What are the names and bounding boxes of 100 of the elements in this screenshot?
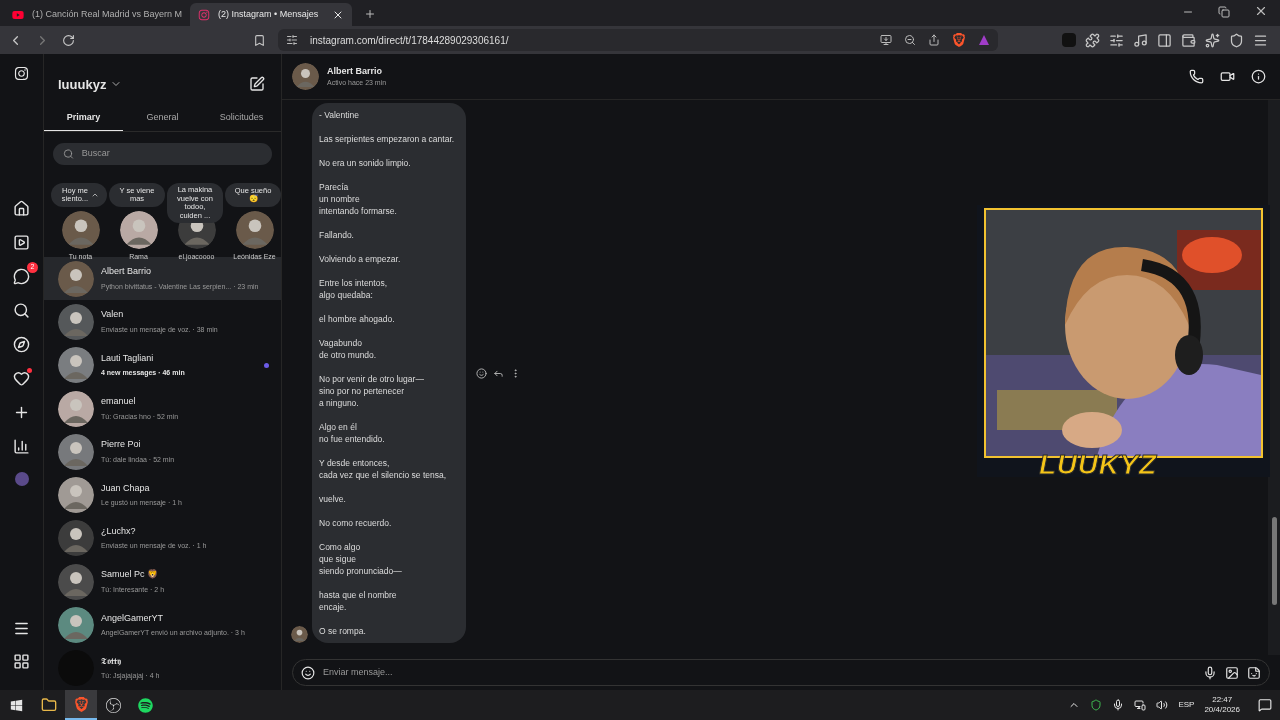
music-icon[interactable] [1133,32,1148,48]
avatar [58,563,94,600]
contact-name: Pierre Poi [101,438,142,452]
avatar [58,433,94,470]
contact-name: Juan Chapa [101,481,151,495]
message-line: - Valentine [319,109,360,121]
dashboard-icon[interactable] [13,438,30,455]
phone-icon[interactable] [1189,69,1204,84]
lion-icon[interactable] [73,696,89,712]
notifications-icon[interactable] [1258,698,1272,712]
menu-icon[interactable] [13,620,30,637]
avatar [58,390,94,427]
spotify-icon[interactable] [137,697,153,713]
contact-name: ¿Luchx? [101,524,137,538]
mic-icon[interactable] [1203,665,1217,680]
message-line: Algo en él no fue entendido. [319,421,386,445]
heart-icon[interactable] [13,370,30,387]
chat-contact-name[interactable]: Albert Barrio [327,64,387,78]
taskbar-app[interactable] [65,690,97,720]
obs-icon[interactable] [105,697,121,713]
reels-icon[interactable] [13,234,30,251]
puzzle-icon[interactable] [1085,32,1100,48]
message-line: Como algo que sigue siendo pronunciado— [319,541,403,577]
instagram-icon[interactable] [14,66,29,81]
lion-icon[interactable] [952,33,966,47]
avatar [58,607,94,644]
avatar [58,347,94,384]
message-line: No era un sonido limpio. [319,157,412,169]
search-bar[interactable]: Buscar [53,143,272,166]
inbox-tab[interactable]: General [123,110,202,132]
volume-icon[interactable] [1156,699,1169,711]
avatar [58,520,94,557]
messages-icon[interactable] [13,268,30,285]
username[interactable]: luuukyz [58,74,107,95]
contact-name: Valen [101,308,125,322]
avatar [58,303,94,340]
message-line: Vagabundo de otro mundo. [319,337,378,361]
clock-date[interactable]: 20/4/2026 [1204,705,1240,715]
sticker-icon[interactable] [1247,665,1261,680]
close-icon[interactable] [1254,4,1268,18]
message-line: hasta que el nombre encaje. [319,589,398,613]
avatar [58,477,94,514]
triangle-icon[interactable] [978,34,990,46]
reload-icon[interactable] [62,33,75,47]
bookmark-icon[interactable] [253,33,266,47]
message-line: Volviendo a empezar. [319,253,402,265]
video-call-icon[interactable] [1220,69,1235,84]
zoom-icon[interactable] [904,34,916,46]
inbox-tab[interactable]: Solicitudes [202,110,281,132]
message-line: Fallando. [319,229,355,241]
contact-name: Lauti Tagliani [101,351,155,365]
message-line: Parecía un nombre intentando formarse. [319,181,398,217]
video-icon [12,8,24,21]
start-icon[interactable] [10,698,23,712]
folder-icon[interactable] [41,697,57,713]
sparkle-icon[interactable] [1205,32,1220,48]
scrollbar[interactable] [1268,100,1280,655]
home-icon[interactable] [13,200,30,217]
apps-icon[interactable] [13,653,30,670]
overlay-label: LUUKYZ [1039,450,1157,480]
browser-tab[interactable]: (1) Canción Real Madrid vs Bayern M [4,3,191,26]
image-icon[interactable] [1225,665,1239,680]
shield-icon[interactable] [1229,32,1244,48]
contact-name: Albert Barrio [101,265,153,279]
new-tab-icon[interactable] [364,8,377,20]
message-line: Entre los intentos, algo quedaba: [319,277,389,301]
avatar [235,211,274,250]
avatar [291,626,308,643]
wallet-icon[interactable] [1181,32,1196,48]
info-icon[interactable] [1251,69,1266,84]
search-icon[interactable] [13,302,30,319]
url-text: instagram.com/direct/t/17844289029306161/ [310,33,510,48]
address-bar[interactable]: instagram.com/direct/t/17844289029306161/ [278,29,998,51]
compass-icon[interactable] [13,336,30,353]
message-input[interactable]: Enviar mensaje... [323,665,1195,680]
profile-avatar[interactable] [14,472,29,486]
create-icon[interactable] [13,404,30,421]
react-icon[interactable] [476,367,487,379]
install-icon[interactable] [880,34,892,46]
compose-icon[interactable] [249,76,265,93]
camera-icon [198,8,211,21]
menu-icon[interactable] [1253,32,1268,48]
browser-tab[interactable]: (2) Instagram • Mensajes [190,3,353,26]
clock-time[interactable]: 22:47 [1212,695,1233,705]
language-indicator[interactable]: ESP [1178,699,1195,711]
sidebar-icon[interactable] [1157,32,1172,48]
restore-icon[interactable] [1218,6,1230,18]
site-settings-icon[interactable] [286,34,298,46]
search-field[interactable]: Buscar [81,147,262,161]
share-icon[interactable] [928,34,940,46]
security-icon[interactable] [1090,699,1103,711]
mic-icon[interactable] [1112,699,1125,711]
contact-name: emanuel [101,395,137,409]
message-line: No como recuerdo. [319,517,393,529]
message-line: O se rompa. [319,625,367,637]
inbox-tab[interactable]: Primary [44,110,123,132]
contact-name: Samuel Pc 🦁 [101,568,160,582]
emoji-icon[interactable] [301,665,315,680]
network-icon[interactable] [1134,699,1147,711]
contact-name: 𝕿𝖔𝖙𝖙𝖞 [101,654,122,668]
